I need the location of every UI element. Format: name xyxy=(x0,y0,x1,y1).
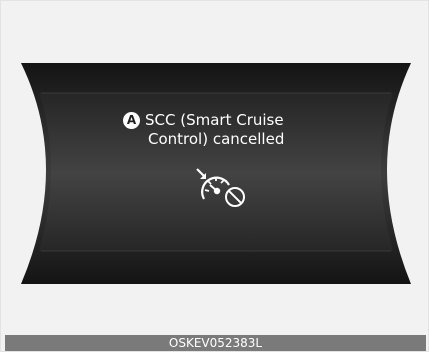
illustration-frame: A SCC (Smart Cruise Control) cancelled OS… xyxy=(0,0,429,352)
scc-cancelled-message: A SCC (Smart Cruise Control) cancelled xyxy=(123,111,284,149)
message-text-line-1: SCC (Smart Cruise xyxy=(145,111,284,129)
message-text-line-2: Control) cancelled xyxy=(148,130,285,148)
image-code-caption: OSKEV052383L xyxy=(5,335,426,351)
cruise-control-cancelled-icon xyxy=(196,168,245,207)
message-line-1: A SCC (Smart Cruise xyxy=(123,111,284,130)
callout-marker-a: A xyxy=(123,112,140,129)
